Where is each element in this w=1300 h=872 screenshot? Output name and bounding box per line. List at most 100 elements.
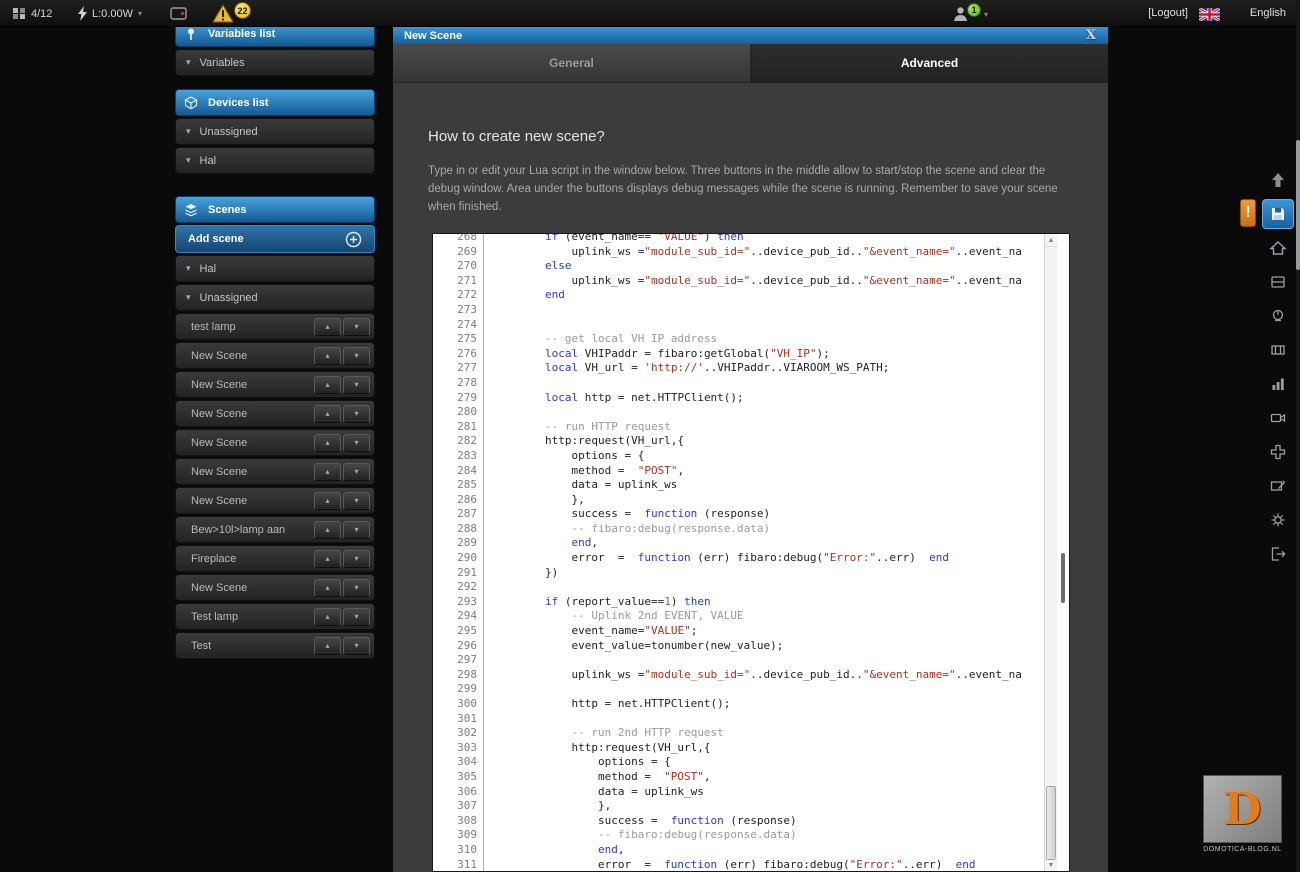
page-scrollbar[interactable] bbox=[1296, 0, 1300, 872]
scene-rows: test lamp▴▾New Scene▴▾New Scene▴▾New Sce… bbox=[175, 313, 375, 659]
rooms-icon bbox=[1269, 273, 1287, 291]
sidebar-header-scenes[interactable]: Scenes bbox=[175, 196, 375, 223]
configuration-button[interactable] bbox=[1262, 471, 1294, 501]
code-line: 296 event_value=tonumber(new_value); bbox=[433, 639, 1043, 654]
scene-move-up-button[interactable]: ▴ bbox=[314, 637, 341, 655]
scene-row[interactable]: New Scene▴▾ bbox=[175, 574, 375, 601]
add-scene-label: Add scene bbox=[188, 233, 244, 245]
warnings-button[interactable]: 22 bbox=[212, 4, 258, 26]
line-number: 274 bbox=[433, 318, 484, 333]
scene-row[interactable]: test lamp▴▾ bbox=[175, 313, 375, 340]
scene-name: New Scene bbox=[191, 379, 247, 391]
code-line: 270 else bbox=[433, 259, 1043, 274]
editor-scrollbar[interactable]: ▲ ▼ bbox=[1044, 234, 1057, 871]
sidebar-item-hal[interactable]: ▾ Hal bbox=[175, 147, 375, 174]
scene-name: Test lamp bbox=[191, 611, 238, 623]
scene-move-up-button[interactable]: ▴ bbox=[314, 347, 341, 365]
dialog-title: New Scene bbox=[404, 30, 462, 42]
scene-move-up-button[interactable]: ▴ bbox=[314, 550, 341, 568]
scene-row[interactable]: Test▴▾ bbox=[175, 632, 375, 659]
power-usage[interactable]: L:0.00W ▾ bbox=[78, 0, 142, 27]
devices-button[interactable] bbox=[1262, 301, 1294, 331]
unsaved-alert-badge[interactable]: ! bbox=[1240, 199, 1256, 227]
sidebar-header-devices-list[interactable]: Devices list bbox=[175, 89, 375, 116]
plugins-button[interactable] bbox=[1262, 437, 1294, 467]
home-button[interactable] bbox=[1262, 233, 1294, 263]
scene-move-down-button[interactable]: ▾ bbox=[343, 434, 370, 452]
scene-move-down-button[interactable]: ▾ bbox=[343, 376, 370, 394]
rooms-button[interactable] bbox=[1262, 267, 1294, 297]
scene-move-down-button[interactable]: ▾ bbox=[343, 405, 370, 423]
tab-general[interactable]: General bbox=[393, 44, 751, 83]
scene-move-down-button[interactable]: ▾ bbox=[343, 492, 370, 510]
scene-row[interactable]: New Scene▴▾ bbox=[175, 458, 375, 485]
logout-button[interactable] bbox=[1262, 539, 1294, 569]
save-button[interactable] bbox=[1262, 199, 1294, 229]
scene-move-down-button[interactable]: ▾ bbox=[343, 637, 370, 655]
scene-move-up-button[interactable]: ▴ bbox=[314, 376, 341, 394]
energy-button[interactable] bbox=[1262, 369, 1294, 399]
line-number: 308 bbox=[433, 814, 484, 829]
scene-move-down-button[interactable]: ▾ bbox=[343, 347, 370, 365]
power-caret-icon[interactable]: ▾ bbox=[138, 9, 142, 18]
domotica-blog-logo: D DOMOTICA-BLOG.NL bbox=[1203, 775, 1282, 853]
scroll-top-button[interactable] bbox=[1262, 165, 1294, 195]
device-status-button[interactable] bbox=[170, 0, 187, 27]
scroll-down-icon[interactable]: ▼ bbox=[1045, 858, 1057, 871]
sidebar-item-variables[interactable]: ▾ Variables bbox=[175, 49, 375, 76]
scene-group-hal[interactable]: ▾ Hal bbox=[175, 255, 375, 282]
scene-move-up-button[interactable]: ▴ bbox=[314, 405, 341, 423]
plus-circle-icon bbox=[345, 231, 362, 248]
close-icon[interactable]: X bbox=[1086, 28, 1096, 43]
tab-advanced[interactable]: Advanced bbox=[751, 44, 1108, 83]
scenes-panel: Scenes Add scene ▾ Hal ▾ Unassigned test… bbox=[175, 196, 375, 659]
device-config-icon bbox=[1269, 477, 1287, 495]
scene-move-up-button[interactable]: ▴ bbox=[314, 463, 341, 481]
code-line: 268 if (event_name== "VALUE") then bbox=[433, 233, 1043, 245]
scene-row[interactable]: New Scene ▴▾ bbox=[175, 371, 375, 398]
scene-row[interactable]: Bew>10l>lamp aan▴▾ bbox=[175, 516, 375, 543]
page-scrollbar-thumb[interactable] bbox=[1296, 140, 1300, 270]
scene-row[interactable]: New Scene▴▾ bbox=[175, 429, 375, 456]
user-menu[interactable]: 1 ▾ bbox=[953, 3, 988, 25]
scene-row[interactable]: New Scene▴▾ bbox=[175, 400, 375, 427]
scene-row[interactable]: Test lamp ▴▾ bbox=[175, 603, 375, 630]
add-scene-button[interactable]: Add scene bbox=[175, 225, 375, 253]
language-label[interactable]: English bbox=[1250, 7, 1286, 19]
scene-move-up-button[interactable]: ▴ bbox=[314, 434, 341, 452]
settings-button[interactable] bbox=[1262, 505, 1294, 535]
dialog-scrollbar-thumb[interactable] bbox=[1061, 553, 1065, 603]
logo-box: D bbox=[1203, 775, 1282, 843]
scenes-button[interactable] bbox=[1262, 335, 1294, 365]
code-line: 304 options = { bbox=[433, 755, 1043, 770]
lua-code-editor[interactable]: 268 if (event_name== "VALUE") then269 up… bbox=[432, 233, 1070, 872]
scene-move-up-button[interactable]: ▴ bbox=[314, 521, 341, 539]
scene-row[interactable]: Fireplace▴▾ bbox=[175, 545, 375, 572]
language-flag-icon[interactable] bbox=[1199, 8, 1220, 21]
line-number: 293 bbox=[433, 595, 484, 610]
code-line: 294 -- Uplink 2nd EVENT, VALUE bbox=[433, 609, 1043, 624]
logout-link[interactable]: [Logout] bbox=[1148, 7, 1188, 19]
scene-group-unassigned[interactable]: ▾ Unassigned bbox=[175, 284, 375, 311]
scene-move-down-button[interactable]: ▾ bbox=[343, 463, 370, 481]
scene-move-down-button[interactable]: ▾ bbox=[343, 318, 370, 336]
variables-panel: Variables list ▾ Variables bbox=[175, 20, 375, 76]
scene-move-up-button[interactable]: ▴ bbox=[314, 579, 341, 597]
cameras-button[interactable] bbox=[1262, 403, 1294, 433]
scene-move-down-button[interactable]: ▾ bbox=[343, 550, 370, 568]
scene-move-down-button[interactable]: ▾ bbox=[343, 608, 370, 626]
scene-row[interactable]: New Scene▴▾ bbox=[175, 487, 375, 514]
sidebar-item-unassigned[interactable]: ▾ Unassigned bbox=[175, 118, 375, 145]
code-line: 305 method = "POST", bbox=[433, 770, 1043, 785]
scene-move-up-button[interactable]: ▴ bbox=[314, 608, 341, 626]
power-usage-label: L:0.00W bbox=[92, 8, 133, 20]
scene-move-up-button[interactable]: ▴ bbox=[314, 318, 341, 336]
scene-move-up-button[interactable]: ▴ bbox=[314, 492, 341, 510]
scroll-up-icon[interactable]: ▲ bbox=[1045, 234, 1057, 247]
code-line: 275 -- get local VH IP address bbox=[433, 332, 1043, 347]
rooms-counter: 4/12 bbox=[12, 0, 52, 27]
scene-move-down-button[interactable]: ▾ bbox=[343, 521, 370, 539]
scene-move-down-button[interactable]: ▾ bbox=[343, 579, 370, 597]
editor-scrollbar-thumb[interactable] bbox=[1046, 786, 1056, 860]
scene-row[interactable]: New Scene▴▾ bbox=[175, 342, 375, 369]
